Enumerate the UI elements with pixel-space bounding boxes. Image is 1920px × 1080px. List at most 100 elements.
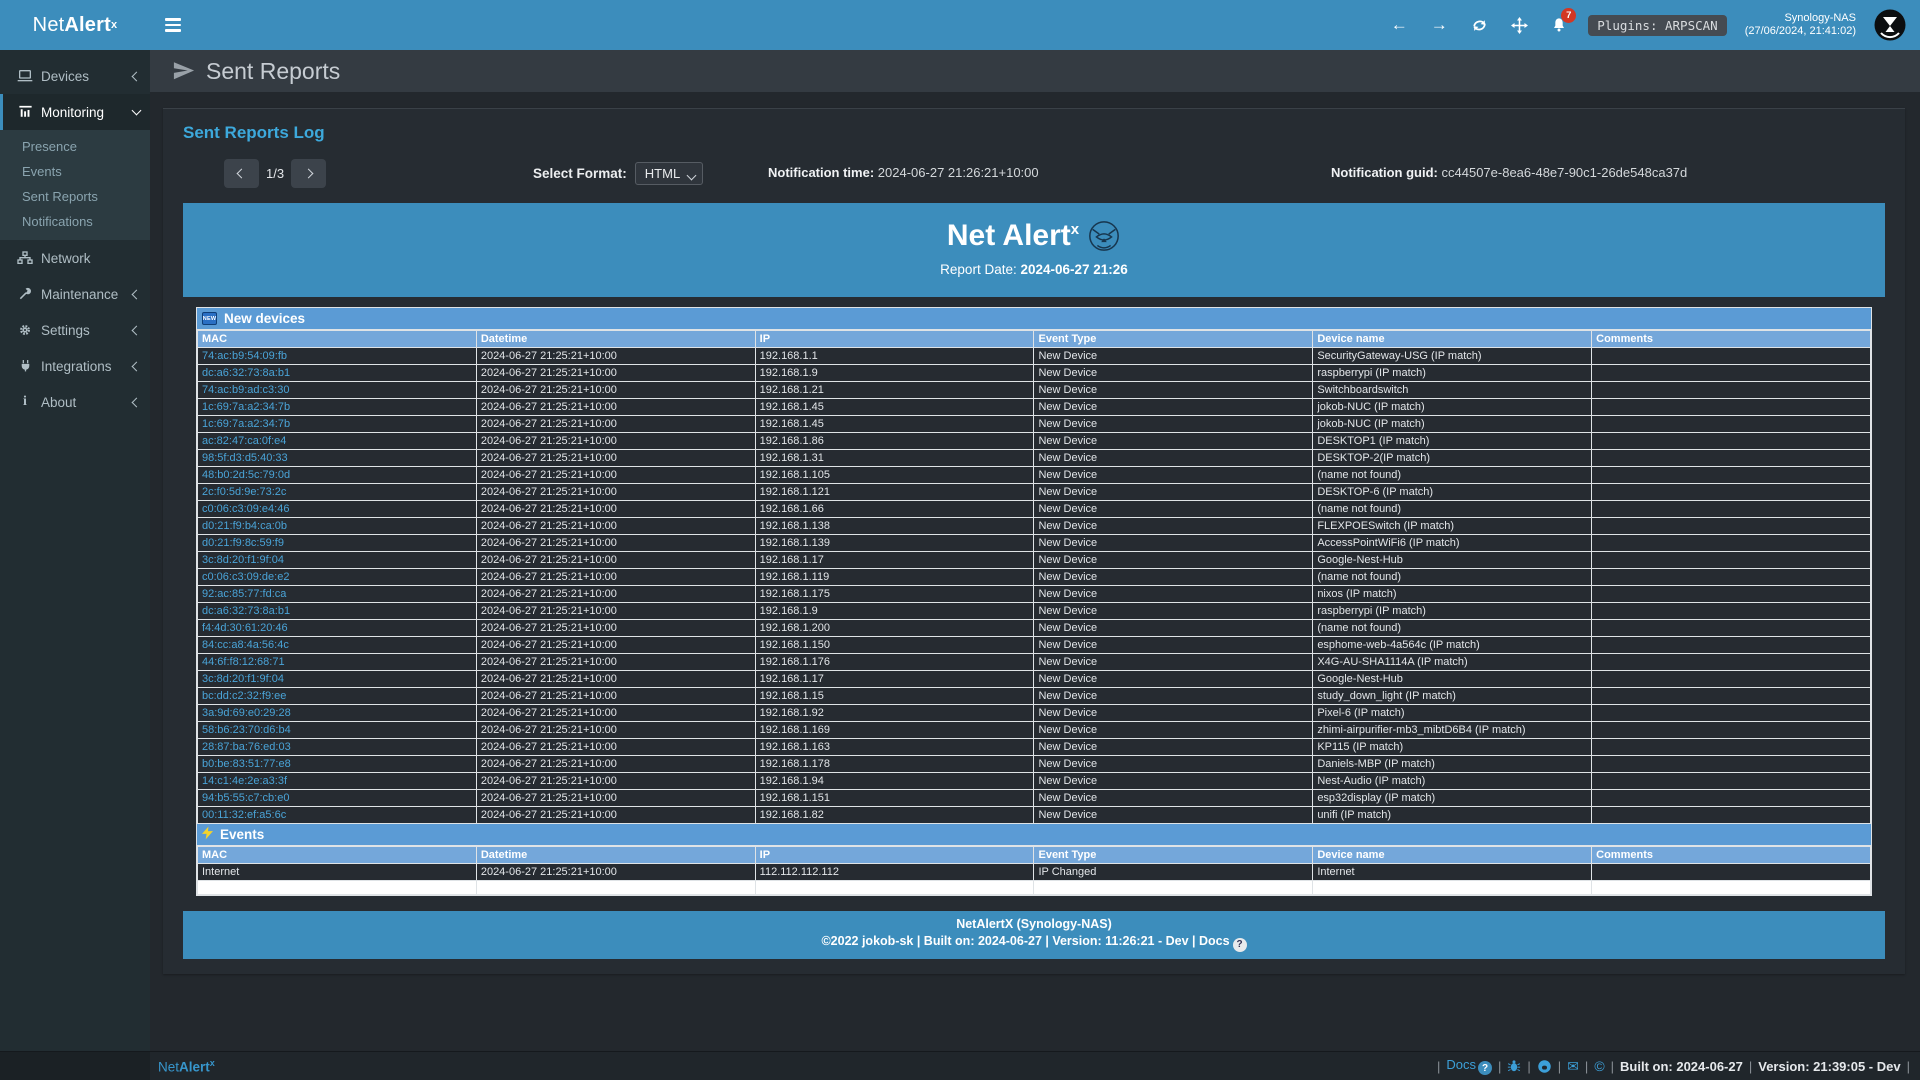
sidebar-item-notifications[interactable]: Notifications [0,209,150,234]
cell-event-type: New Device [1034,552,1312,568]
mac-link[interactable]: 1c:69:7a:a2:34:7b [202,418,290,430]
mac-link[interactable]: 92:ac:85:77:fd:ca [202,588,286,600]
sidebar-item-presence[interactable]: Presence [0,134,150,159]
sidebar-item-maintenance[interactable]: Maintenance [0,276,150,312]
mac-link[interactable]: 94:b5:55:c7:cb:e0 [202,792,289,804]
brand-bold: Alert [64,14,111,37]
sidebar-item-settings[interactable]: Settings [0,312,150,348]
page-title: Sent Reports [206,58,340,85]
cell-mac: Internet [198,864,476,880]
cell-event-type: New Device [1034,603,1312,619]
netalertx-logo-icon [1087,219,1121,253]
copyright-icon[interactable]: © [1594,1058,1604,1074]
mac-link[interactable]: bc:dd:c2:32:f9:ee [202,690,286,702]
mac-link[interactable]: 14:c1:4e:2e:a3:3f [202,775,287,787]
mac-link[interactable]: c0:06:c3:09:de:e2 [202,571,289,583]
cell-event-type: New Device [1034,416,1312,432]
mac-link[interactable]: 28:87:ba:76:ed:03 [202,741,291,753]
notification-count-badge: 7 [1561,8,1576,23]
cell-mac: 1c:69:7a:a2:34:7b [198,416,476,432]
cell-datetime: 2024-06-27 21:25:21+10:00 [477,637,755,653]
mac-link[interactable]: 48:b0:2d:5c:79:0d [202,469,290,481]
panel-title-link[interactable]: Sent Reports Log [183,123,325,142]
chevron-left-icon [132,289,142,299]
footer-brand[interactable]: NetAlertx [158,1058,215,1075]
cell-datetime: 2024-06-27 21:25:21+10:00 [477,450,755,466]
mac-link[interactable]: 00:11:32:ef:a5:6c [202,809,286,821]
cell-event-type: New Device [1034,773,1312,789]
mac-link[interactable]: c0:06:c3:09:e4:46 [202,503,289,515]
mac-link[interactable]: d0:21:f9:8c:59:f9 [202,537,284,549]
cell-mac: 74:ac:b9:54:09:fb [198,348,476,364]
brand-prefix: Net [33,14,65,37]
move-arrows-icon [1511,17,1528,34]
sidebar-item-events[interactable]: Events [0,159,150,184]
mac-link[interactable]: f4:4d:30:61:20:46 [202,622,288,634]
cell-datetime: 2024-06-27 21:25:21+10:00 [477,501,755,517]
app-logo[interactable]: NetAlertx [0,0,150,50]
docs-link[interactable]: Docs [1446,1057,1476,1072]
mac-link[interactable]: 74:ac:b9:54:09:fb [202,350,287,362]
cell-device-name: KP115 (IP match) [1313,739,1591,755]
cell-datetime: 2024-06-27 21:25:21+10:00 [477,433,755,449]
refresh-button[interactable] [1468,12,1490,38]
mac-link[interactable]: 3c:8d:20:f1:9f:04 [202,554,284,566]
column-header-device-name: Device name [1313,847,1591,863]
sidebar-item-integrations[interactable]: Integrations [0,348,150,384]
cell-event-type: New Device [1034,348,1312,364]
cell-event-type: New Device [1034,467,1312,483]
mac-link[interactable]: 3a:9d:69:e0:29:28 [202,707,291,719]
report-table-row: 98:5f:d3:d5:40:33 2024-06-27 21:25:21+10:… [198,450,1870,466]
mac-link[interactable]: 74:ac:b9:ad:c3:30 [202,384,289,396]
mac-link[interactable]: 84:cc:a8:4a:56:4c [202,639,289,651]
mac-link[interactable]: 3c:8d:20:f1:9f:04 [202,673,284,685]
report-preview: Net Alertx Report Date: [183,203,1885,959]
notification-guid-value: cc44507e-8ea6-48e7-90c1-26de548ca37d [1442,165,1688,180]
sidebar-toggle-button[interactable] [150,0,196,50]
cell-comments [1592,450,1870,466]
mac-link[interactable]: 1c:69:7a:a2:34:7b [202,401,290,413]
report-table-events: MACDatetimeIPEvent TypeDevice nameCommen… [197,846,1871,895]
cell-ip: 192.168.1.150 [756,637,1034,653]
cell-comments [1592,399,1870,415]
forward-button[interactable]: → [1428,12,1450,38]
cell-datetime: 2024-06-27 21:25:21+10:00 [477,552,755,568]
cell-device-name: raspberrypi (IP match) [1313,603,1591,619]
sidebar-item-monitoring[interactable]: Monitoring [0,94,150,130]
sidebar-item-about[interactable]: i About [0,384,150,420]
sidebar-item-label: Network [41,251,140,266]
cell-mac: c0:06:c3:09:e4:46 [198,501,476,517]
sidebar-item-label: Monitoring [41,105,133,120]
back-button[interactable]: ← [1388,12,1410,38]
cell-datetime: 2024-06-27 21:25:21+10:00 [477,382,755,398]
user-avatar[interactable] [1874,9,1906,41]
mac-link[interactable]: ac:82:47:ca:0f:e4 [202,435,286,447]
format-select[interactable]: HTML [635,162,703,185]
sidebar-item-sent-reports[interactable]: Sent Reports [0,184,150,209]
mac-link[interactable]: 98:5f:d3:d5:40:33 [202,452,288,464]
mac-link[interactable]: 2c:f0:5d:9e:73:2c [202,486,286,498]
notifications-bell-button[interactable]: 7 [1548,12,1570,38]
cell-mac: 58:b6:23:70:d6:b4 [198,722,476,738]
prev-report-button[interactable] [224,159,259,188]
mac-link[interactable]: dc:a6:32:73:8a:b1 [202,367,290,379]
fullscreen-move-button[interactable] [1508,12,1530,38]
mac-link[interactable]: dc:a6:32:73:8a:b1 [202,605,290,617]
mail-icon[interactable]: ✉ [1567,1058,1579,1075]
help-question-icon[interactable]: ? [1233,938,1247,952]
mac-link[interactable]: 58:b6:23:70:d6:b4 [202,724,291,736]
cell-datetime: 2024-06-27 21:25:21+10:00 [477,365,755,381]
mac-link[interactable]: b0:be:83:51:77:e8 [202,758,291,770]
mac-link[interactable]: d0:21:f9:b4:ca:0b [202,520,287,532]
sidebar-item-network[interactable]: Network [0,240,150,276]
mac-link[interactable]: 44:6f:f8:12:68:71 [202,656,285,668]
docs-question-icon[interactable]: ? [1478,1061,1492,1075]
sidebar-subitem-label: Sent Reports [22,189,98,204]
github-icon[interactable] [1537,1059,1552,1074]
cell-mac: 44:6f:f8:12:68:71 [198,654,476,670]
sidebar-item-devices[interactable]: Devices [0,58,150,94]
bug-report-icon[interactable] [1507,1059,1521,1073]
next-report-button[interactable] [291,159,326,188]
cell-datetime: 2024-06-27 21:25:21+10:00 [477,603,755,619]
chevron-left-icon [237,169,247,179]
